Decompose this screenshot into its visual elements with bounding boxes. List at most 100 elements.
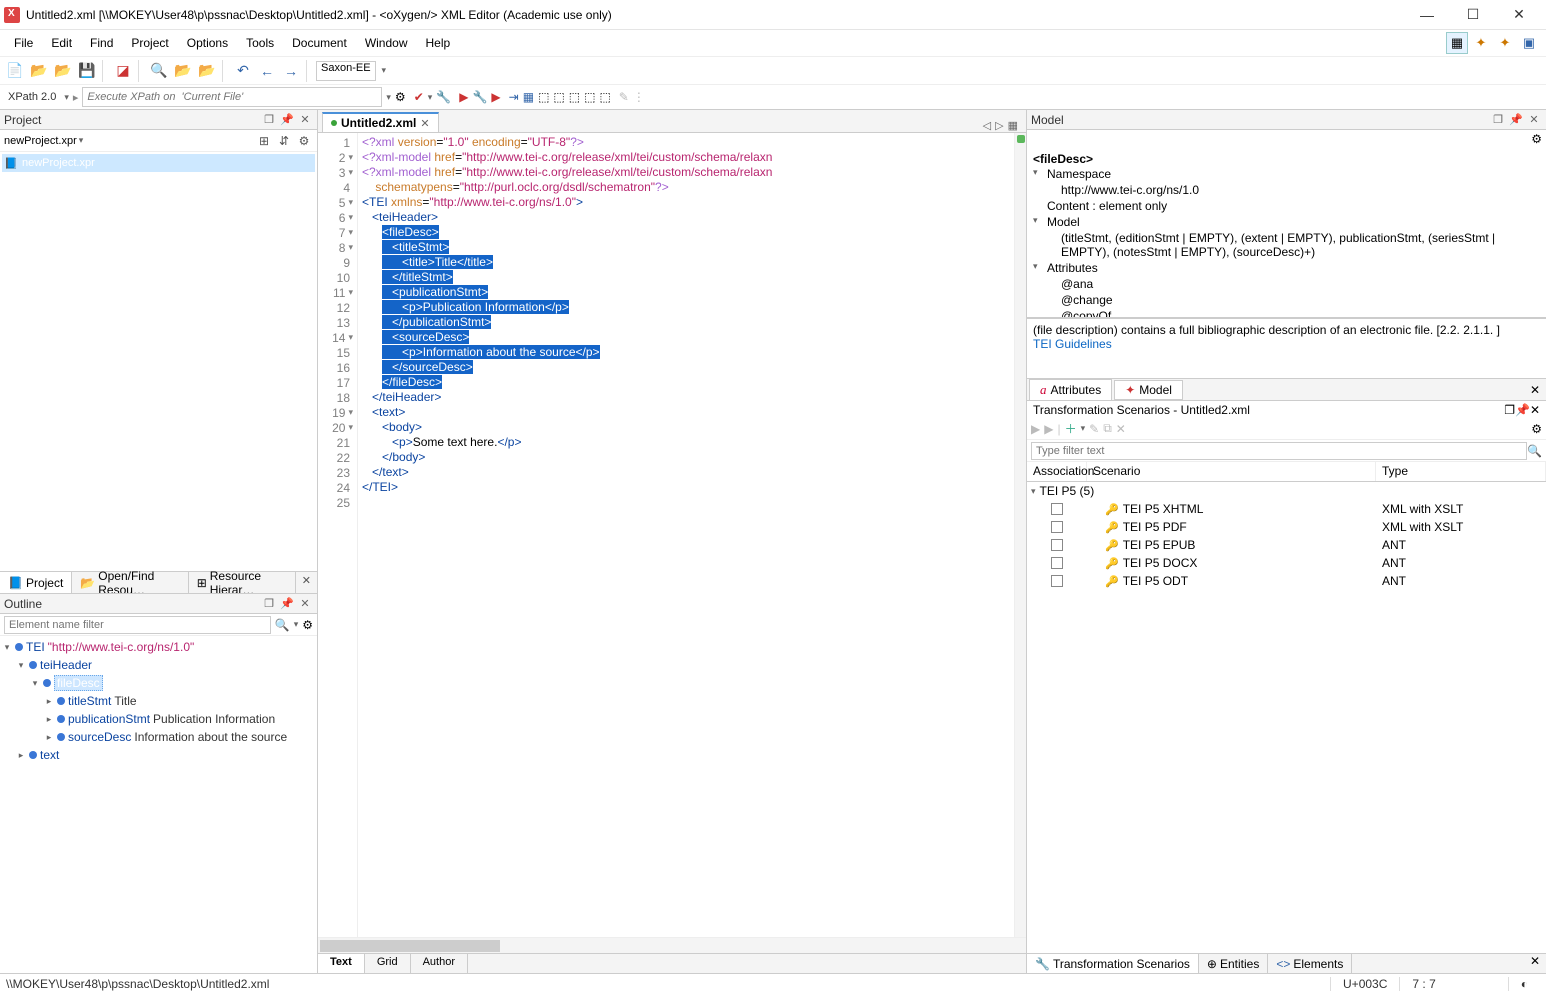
xpath-input[interactable] [82, 87, 382, 107]
menu-find[interactable]: Find [82, 33, 121, 53]
run-icon[interactable]: ▶ [1031, 422, 1040, 436]
menu-help[interactable]: Help [418, 33, 459, 53]
link-icon[interactable]: ⇵ [275, 132, 293, 150]
close-icon[interactable]: ✕ [1526, 112, 1542, 128]
col-scenario[interactable]: Scenario [1087, 462, 1376, 481]
pin-icon[interactable]: 📌 [279, 112, 295, 128]
indent-icon[interactable]: ⇥ [509, 90, 519, 104]
tab-resource-hier[interactable]: ⊞Resource Hierar… [189, 572, 296, 593]
refactor3-icon[interactable]: ⬚ [569, 90, 580, 104]
tab-open-find[interactable]: 📂Open/Find Resou… [72, 572, 188, 593]
model-section[interactable]: Content : element only [1033, 198, 1540, 214]
run-scenario-icon[interactable]: ▶ [491, 90, 500, 104]
collapse-icon[interactable]: ⊞ [255, 132, 273, 150]
edit-icon[interactable]: ✎ [1089, 422, 1099, 436]
bookmark-icon[interactable]: ⋮ [633, 90, 645, 104]
expander-icon[interactable]: ▸ [16, 750, 26, 761]
next-tab-icon[interactable]: ▷ [995, 119, 1003, 132]
pin-icon[interactable]: 📌 [1508, 112, 1524, 128]
new-icon[interactable]: 📄 [4, 60, 26, 82]
tab-text[interactable]: Text [318, 954, 365, 973]
code-line[interactable]: </teiHeader> [362, 390, 1014, 405]
code-line[interactable]: <teiHeader> [362, 210, 1014, 225]
menu-window[interactable]: Window [357, 33, 416, 53]
ts-group[interactable]: ▾TEI P5 (5) [1027, 482, 1546, 500]
tab-grid[interactable]: Grid [365, 954, 411, 973]
add-icon[interactable]: ＋ [1065, 420, 1077, 437]
scrollbar-thumb[interactable] [320, 940, 500, 952]
code-area[interactable]: <?xml version="1.0" encoding="UTF-8"?><?… [358, 133, 1014, 937]
search-icon[interactable]: 🔍 [1527, 444, 1542, 458]
open-icon[interactable]: 📂 [28, 60, 50, 82]
dropdown-icon[interactable]: ▾ [386, 92, 391, 103]
ts-row[interactable]: 🔑TEI P5 DOCXANT [1027, 554, 1546, 572]
menu-tools[interactable]: Tools [238, 33, 282, 53]
refactor4-icon[interactable]: ⬚ [584, 90, 595, 104]
menu-edit[interactable]: Edit [43, 33, 80, 53]
code-line[interactable]: </fileDesc> [362, 375, 1014, 390]
delete-icon[interactable]: ✕ [1116, 422, 1126, 436]
code-line[interactable]: <text> [362, 405, 1014, 420]
tei-guidelines-link[interactable]: TEI Guidelines [1033, 337, 1112, 351]
model-section[interactable]: ▾Namespace [1033, 166, 1540, 182]
col-association[interactable]: Association [1027, 462, 1087, 481]
open-url-icon[interactable]: 📂 [52, 60, 74, 82]
checkbox[interactable] [1051, 575, 1063, 587]
col-type[interactable]: Type [1376, 462, 1546, 481]
code-line[interactable]: <sourceDesc> [362, 330, 1014, 345]
code-line[interactable]: <fileDesc> [362, 225, 1014, 240]
close-icon[interactable]: ✕ [1524, 954, 1546, 973]
tab-elements[interactable]: <>Elements [1268, 954, 1352, 973]
outline-row[interactable]: ▸sourceDesc Information about the source [2, 728, 315, 746]
ts-row[interactable]: 🔑TEI P5 ODTANT [1027, 572, 1546, 590]
project-file-name[interactable]: newProject.xpr [4, 135, 77, 147]
xpath-mode[interactable]: XPath 2.0 [4, 91, 60, 103]
code-line[interactable]: <p>Information about the source</p> [362, 345, 1014, 360]
restore-icon[interactable]: ❐ [261, 596, 277, 612]
ts-row[interactable]: 🔑TEI P5 XHTMLXML with XSLT [1027, 500, 1546, 518]
perspective-editor-icon[interactable]: ▦ [1446, 32, 1468, 54]
close-icon[interactable]: ✕ [1524, 383, 1546, 397]
code-line[interactable]: </sourceDesc> [362, 360, 1014, 375]
dropdown-icon[interactable]: ▾ [1081, 423, 1086, 434]
run-debug-icon[interactable]: 🔧 [472, 90, 487, 104]
restore-icon[interactable]: ❐ [261, 112, 277, 128]
ts-table[interactable]: Association Scenario Type ▾TEI P5 (5) 🔑T… [1027, 462, 1546, 953]
outline-row[interactable]: ▸text [2, 746, 315, 764]
minimize-button[interactable]: — [1404, 1, 1450, 29]
validate-icon[interactable]: ✔ [414, 90, 424, 104]
checkbox[interactable] [1051, 539, 1063, 551]
checkbox[interactable] [1051, 503, 1063, 515]
tab-attributes[interactable]: aAttributes [1029, 379, 1112, 401]
highlight-icon[interactable]: ✎ [619, 90, 629, 104]
save-icon[interactable]: 💾 [76, 60, 98, 82]
close-icon[interactable]: ✕ [1530, 403, 1540, 417]
ts-row[interactable]: 🔑TEI P5 PDFXML with XSLT [1027, 518, 1546, 536]
ts-filter-input[interactable] [1031, 442, 1527, 460]
undo-icon[interactable]: ↶ [232, 60, 254, 82]
overview-ruler[interactable] [1014, 133, 1026, 937]
dropdown-icon[interactable]: ▾ [428, 92, 433, 103]
menu-options[interactable]: Options [179, 33, 236, 53]
close-icon[interactable]: ✕ [296, 572, 317, 593]
close-icon[interactable]: ✕ [297, 596, 313, 612]
search-icon[interactable]: 🔍 [275, 618, 290, 632]
expander-icon[interactable]: ▾ [2, 642, 12, 653]
expander-icon[interactable]: ▾ [1031, 486, 1036, 497]
code-line[interactable]: <titleStmt> [362, 240, 1014, 255]
close-button[interactable]: ✕ [1496, 1, 1542, 29]
refactor1-icon[interactable]: ⬚ [538, 90, 549, 104]
tab-project[interactable]: 📘Project [0, 572, 72, 593]
dropdown-icon[interactable]: ▾ [294, 619, 299, 630]
outline-filter-input[interactable] [4, 616, 271, 634]
restore-icon[interactable]: ❐ [1490, 112, 1506, 128]
outline-row[interactable]: ▸titleStmt Title [2, 692, 315, 710]
code-line[interactable]: schematypens="http://purl.oclc.org/dsdl/… [362, 180, 1014, 195]
outline-row[interactable]: ▾teiHeader [2, 656, 315, 674]
tab-author[interactable]: Author [411, 954, 468, 973]
expander-icon[interactable]: ▾ [16, 660, 26, 671]
refactor2-icon[interactable]: ⬚ [553, 90, 564, 104]
expander-icon[interactable]: ▸ [44, 696, 54, 707]
code-line[interactable]: <body> [362, 420, 1014, 435]
refactor5-icon[interactable]: ⬚ [599, 90, 610, 104]
